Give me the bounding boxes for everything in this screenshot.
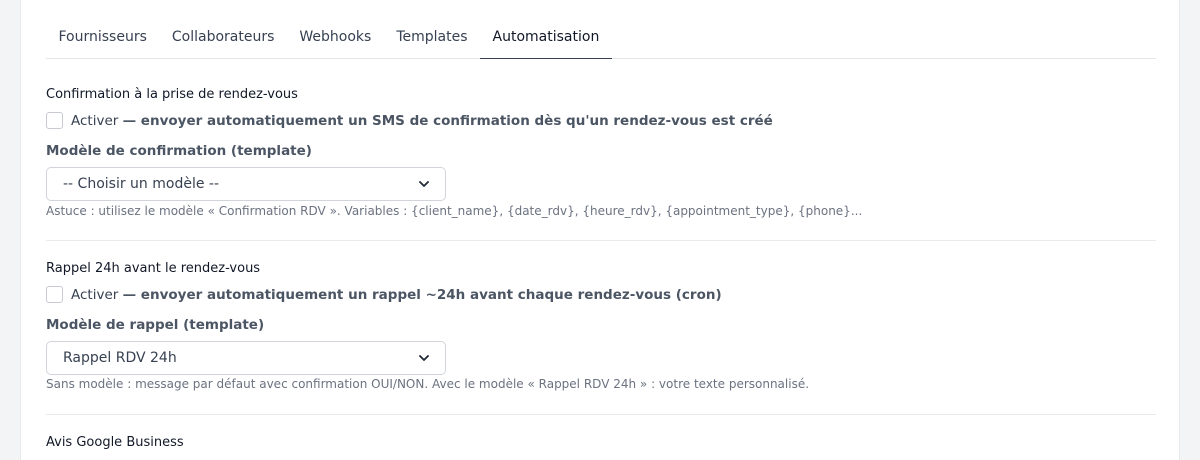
confirmation-activate-label: Activer — envoyer automatiquement un SMS… [71,113,773,129]
section-divider [46,414,1156,415]
confirmation-template-select[interactable]: -- Choisir un modèle -- [46,167,446,201]
tab-webhooks[interactable]: Webhooks [287,16,384,59]
reminder-template-select[interactable]: Rappel RDV 24h [46,341,446,375]
settings-card: Fournisseurs Collaborateurs Webhooks Tem… [20,0,1180,460]
tab-templates[interactable]: Templates [384,16,480,59]
reminder-activate-desc: — envoyer automatiquement un rappel ~24h… [122,286,722,303]
tab-collaborateurs[interactable]: Collaborateurs [159,16,287,59]
reminder-activate-label: Activer — envoyer automatiquement un rap… [71,287,722,303]
tab-fournisseurs[interactable]: Fournisseurs [46,16,159,59]
reminder-template-value: Rappel RDV 24h [63,350,177,366]
reminder-activate-checkbox[interactable] [46,286,63,303]
reminder-template-label: Modèle de rappel (template) [46,317,265,333]
reminder-activate-row[interactable]: Activer — envoyer automatiquement un rap… [46,286,722,303]
google-title: Avis Google Business [46,435,184,450]
reminder-activate-text: Activer [71,286,119,303]
reminder-hint: Sans modèle : message par défaut avec co… [46,377,810,391]
section-divider [46,240,1156,241]
chevron-down-icon [419,180,429,187]
confirmation-template-value: -- Choisir un modèle -- [63,176,220,192]
confirmation-activate-text: Activer [71,112,119,129]
confirmation-template-label: Modèle de confirmation (template) [46,143,312,159]
chevron-down-icon [419,354,429,361]
confirmation-activate-row[interactable]: Activer — envoyer automatiquement un SMS… [46,112,773,129]
tab-automatisation[interactable]: Automatisation [480,16,612,59]
confirmation-activate-checkbox[interactable] [46,112,63,129]
confirmation-title: Confirmation à la prise de rendez-vous [46,87,298,102]
confirmation-activate-desc: — envoyer automatiquement un SMS de conf… [122,112,773,129]
confirmation-hint: Astuce : utilisez le modèle « Confirmati… [46,204,863,218]
settings-tabs: Fournisseurs Collaborateurs Webhooks Tem… [46,16,1156,59]
reminder-title: Rappel 24h avant le rendez-vous [46,261,261,276]
